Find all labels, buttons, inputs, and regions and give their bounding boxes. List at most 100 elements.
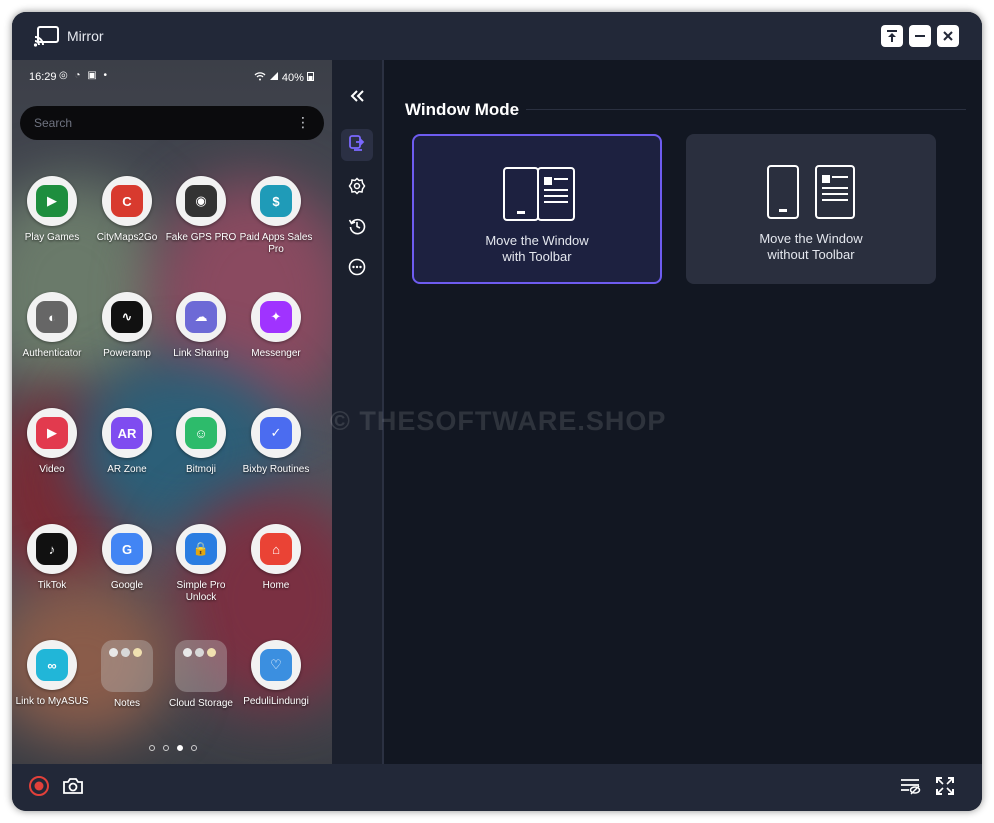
app-shortcut[interactable]: ✓ Bixby Routines: [236, 408, 316, 476]
link-sharing-icon-glyph: ☁: [185, 301, 217, 333]
app-shortcut[interactable]: C CityMaps2Go: [87, 176, 167, 244]
record-icon: [28, 775, 50, 802]
fake-gps-icon-glyph: ◉: [185, 185, 217, 217]
app-label: CityMaps2Go: [96, 232, 158, 243]
app-shortcut[interactable]: ⌂ Home: [236, 524, 316, 592]
close-button[interactable]: [937, 25, 959, 47]
tiktok-icon: ♪: [27, 524, 77, 574]
app-shortcut[interactable]: G Google: [87, 524, 167, 592]
app-shortcut[interactable]: ▶ Video: [12, 408, 92, 476]
record-button[interactable]: [27, 775, 51, 802]
app-shortcut[interactable]: Cloud Storage: [161, 640, 241, 710]
notification-icons: ◎ ◔ ▣ •: [59, 70, 110, 81]
app-label: Bixby Routines: [242, 464, 310, 475]
app-label: Notes: [113, 698, 141, 709]
phone-screen[interactable]: 16:29 ◎ ◔ ▣ • 40% Search ⋮ ▶ Play Games C C…: [12, 60, 332, 764]
history-button[interactable]: [341, 212, 373, 244]
google-icon-glyph: G: [111, 533, 143, 565]
app-title: Mirror: [67, 28, 104, 44]
app-label: Authenticator: [22, 348, 82, 359]
close-icon: [941, 29, 955, 43]
screenshot-button[interactable]: [61, 776, 85, 800]
mode-label-line2: with Toolbar: [502, 249, 572, 264]
fullscreen-button[interactable]: [933, 776, 957, 800]
app-label: AR Zone: [107, 464, 147, 475]
citymaps-icon: C: [102, 176, 152, 226]
screenshot-camera-icon: [62, 776, 84, 801]
ar-zone-icon: AR: [102, 408, 152, 458]
app-shortcut[interactable]: 🔒 Simple Pro Unlock: [161, 524, 241, 604]
app-label: TikTok: [37, 580, 67, 591]
battery-percent: 40%: [281, 72, 304, 84]
app-shortcut[interactable]: ☁ Link Sharing: [161, 292, 241, 360]
app-shortcut[interactable]: ∿ Poweramp: [87, 292, 167, 360]
bitmoji-icon-glyph: ☺: [185, 417, 217, 449]
minimize-button[interactable]: [909, 25, 931, 47]
bixby-routines-icon-glyph: ✓: [260, 417, 292, 449]
pin-top-button[interactable]: [881, 25, 903, 47]
mode-with-toolbar-card[interactable]: Move the Window with Toolbar: [412, 134, 662, 284]
app-label: Link Sharing: [173, 348, 229, 359]
collapse-sidebar-button[interactable]: [341, 82, 373, 114]
myasus-icon-glyph: ∞: [36, 649, 68, 681]
video-icon-glyph: ▶: [36, 417, 68, 449]
folder-app-icon: [133, 648, 142, 657]
folder-app-icon: [207, 648, 216, 657]
double-chevron-left-icon: [349, 89, 365, 108]
app-shortcut[interactable]: ◉ Fake GPS PRO: [161, 176, 241, 244]
app-shortcut[interactable]: Notes: [87, 640, 167, 710]
page-dot[interactable]: [191, 745, 197, 751]
phone-status-bar: 16:29 ◎ ◔ ▣ • 40%: [12, 60, 332, 90]
title-bar: Mirror: [12, 12, 982, 60]
window-mode-button[interactable]: [341, 129, 373, 161]
app-shortcut[interactable]: ◐ Authenticator: [12, 292, 92, 360]
poweramp-icon: ∿: [102, 292, 152, 342]
play-games-icon-glyph: ▶: [36, 185, 68, 217]
app-label: Video: [39, 464, 65, 475]
app-shortcut[interactable]: ▶ Play Games: [12, 176, 92, 244]
page-dot-active[interactable]: [177, 745, 183, 751]
app-label: Paid Apps Sales Pro: [239, 232, 313, 255]
authenticator-icon: ◐: [27, 292, 77, 342]
messenger-icon-glyph: ✦: [260, 301, 292, 333]
mode-label-line1: Move the Window: [759, 231, 863, 246]
app-shortcut[interactable]: ♡ PeduliLindungi: [236, 640, 316, 708]
pedulilindungi-icon: ♡: [251, 640, 301, 690]
app-shortcut[interactable]: AR AR Zone: [87, 408, 167, 476]
ar-zone-icon-glyph: AR: [111, 417, 143, 449]
phone-search-placeholder: Search: [34, 116, 73, 130]
app-label: Messenger: [251, 348, 301, 359]
citymaps-icon-glyph: C: [111, 185, 143, 217]
tiktok-icon-glyph: ♪: [36, 533, 68, 565]
app-shortcut[interactable]: ♪ TikTok: [12, 524, 92, 592]
page-dot[interactable]: [163, 745, 169, 751]
app-shortcut[interactable]: ✦ Messenger: [236, 292, 316, 360]
more-button[interactable]: [341, 253, 373, 285]
pin-top-icon: [885, 29, 899, 43]
hide-toolbar-button[interactable]: [898, 776, 922, 800]
mode-label-line2: without Toolbar: [767, 247, 855, 262]
settings-button[interactable]: [341, 172, 373, 204]
messenger-icon: ✦: [251, 292, 301, 342]
fullscreen-icon: [935, 776, 955, 801]
mode-label-line1: Move the Window: [485, 233, 589, 248]
page-dot[interactable]: [149, 745, 155, 751]
wifi-icon: [254, 72, 269, 84]
app-label: PeduliLindungi: [243, 696, 309, 707]
play-games-icon: ▶: [27, 176, 77, 226]
myasus-icon: ∞: [27, 640, 77, 690]
screen-cast-icon: [33, 24, 61, 48]
mode-without-toolbar-card[interactable]: Move the Window without Toolbar: [686, 134, 936, 284]
mode-label: Move the Window without Toolbar: [686, 231, 936, 263]
phone-without-toolbar-illustration: [686, 164, 936, 220]
poweramp-icon-glyph: ∿: [111, 301, 143, 333]
section-divider: [526, 109, 966, 110]
more-vertical-icon[interactable]: ⋮: [296, 114, 310, 131]
app-shortcut[interactable]: ∞ Link to MyASUS: [12, 640, 92, 708]
simple-pro-unlock-icon: 🔒: [176, 524, 226, 574]
status-time: 16:29: [29, 71, 57, 83]
app-shortcut[interactable]: ☺ Bitmoji: [161, 408, 241, 476]
phone-search-bar[interactable]: Search ⋮: [20, 106, 324, 140]
app-shortcut[interactable]: $ Paid Apps Sales Pro: [236, 176, 316, 256]
video-icon: ▶: [27, 408, 77, 458]
